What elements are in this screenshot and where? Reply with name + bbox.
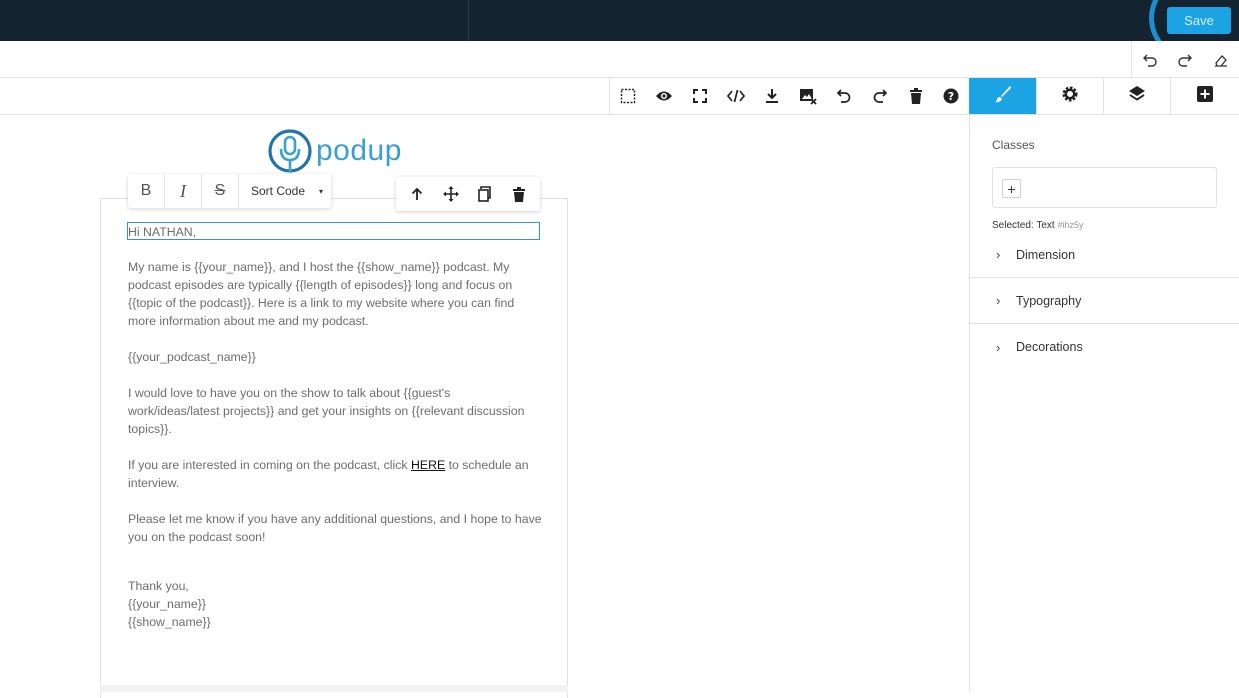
trash-icon[interactable] [505,180,533,208]
selected-id: #ihz5y [1057,220,1084,230]
section-decorations[interactable]: › Decorations [970,324,1239,370]
chevron-right-icon: › [996,339,1001,355]
email-signature-show[interactable]: {{show_name}} [128,613,543,631]
email-paragraph-schedule[interactable]: If you are interested in coming on the p… [128,456,543,492]
bold-label: B [140,182,152,199]
rich-text-toolbar: B I S Sort Code ▾ [128,174,331,208]
section-typography[interactable]: › Typography [970,278,1239,324]
email-greeting[interactable]: Hi NATHAN, [128,223,543,241]
email-paragraph-invite[interactable]: I would love to have you on the show to … [128,384,543,438]
section-dimension-label: Dimension [1016,247,1076,262]
selected-type: Text [1036,220,1055,231]
remove-image-icon[interactable] [790,78,826,114]
undo-icon[interactable] [826,78,862,114]
section-decorations-label: Decorations [1016,340,1083,354]
section-dimension[interactable]: › Dimension [970,232,1239,278]
email-podcast-name[interactable]: {{your_podcast_name}} [128,348,543,366]
selected-component-info: Selected: Text #ihz5y [992,220,1083,231]
component-toolbar [396,177,540,211]
editor-canvas: podup B I S Sort Code ▾ Hi NATHAN, My na… [0,115,969,698]
style-manager-panel: Classes + Selected: Text #ihz5y › Dimens… [969,115,1239,692]
layers-icon [1128,85,1146,108]
email-paragraph-intro[interactable]: My name is {{your_name}}, and I host the… [128,258,543,330]
classes-label: Classes [992,138,1035,152]
tab-layers[interactable] [1103,78,1170,114]
podup-logo[interactable]: podup [267,128,402,174]
podup-logo-mark [268,129,312,173]
chevron-down-icon: ▾ [319,186,324,196]
undo-icon[interactable] [1139,49,1161,71]
code-icon[interactable] [718,78,754,114]
eye-icon[interactable] [646,78,682,114]
email-signature-thanks[interactable]: Thank you, [128,577,543,595]
tab-blocks[interactable] [1170,78,1239,114]
redo-icon[interactable] [862,78,898,114]
tab-style-manager[interactable] [969,78,1036,114]
history-bar-separator [1131,41,1132,77]
tab-settings[interactable] [1036,78,1103,114]
chevron-right-icon: › [996,247,1001,262]
gear-icon [1061,85,1079,108]
add-class-button[interactable]: + [1002,179,1021,198]
strike-label: S [214,182,226,199]
classes-field[interactable]: + [992,167,1217,208]
sort-code-dropdown[interactable]: Sort Code ▾ [239,184,323,198]
arrow-up-icon[interactable] [403,180,431,208]
selected-prefix: Selected: [992,220,1034,231]
schedule-link[interactable]: HERE [411,458,445,472]
strikethrough-button[interactable]: S [202,174,239,208]
copy-icon[interactable] [471,180,499,208]
email-paragraph-closing[interactable]: Please let me know if you have any addit… [128,510,543,546]
add-block-icon [1197,85,1213,107]
italic-label: I [180,180,186,201]
section-typography-label: Typography [1016,293,1082,308]
move-icon[interactable] [437,180,465,208]
logo-text: podup [316,134,402,167]
brush-icon [994,85,1012,108]
trash-icon[interactable] [898,78,934,114]
bold-button[interactable]: B [128,174,165,208]
eraser-icon[interactable] [1210,49,1232,71]
help-icon[interactable]: ? [933,78,969,114]
history-bar [0,41,1239,78]
schedule-text-before: If you are interested in coming on the p… [128,458,411,472]
fullscreen-icon[interactable] [682,78,718,114]
save-button[interactable]: Save [1167,7,1231,34]
top-bar: Save [0,0,1239,66]
select-outline-icon[interactable] [610,78,646,114]
svg-text:?: ? [948,90,954,103]
sort-code-label: Sort Code [251,184,306,198]
email-signature-name[interactable]: {{your_name}} [128,595,543,613]
chevron-right-icon: › [996,293,1001,308]
download-icon[interactable] [754,78,790,114]
email-frame-footer [100,685,568,692]
editor-toolbar: ? [0,78,1239,115]
redo-icon[interactable] [1174,49,1196,71]
italic-button[interactable]: I [165,174,202,208]
top-bar-divider [468,0,469,41]
